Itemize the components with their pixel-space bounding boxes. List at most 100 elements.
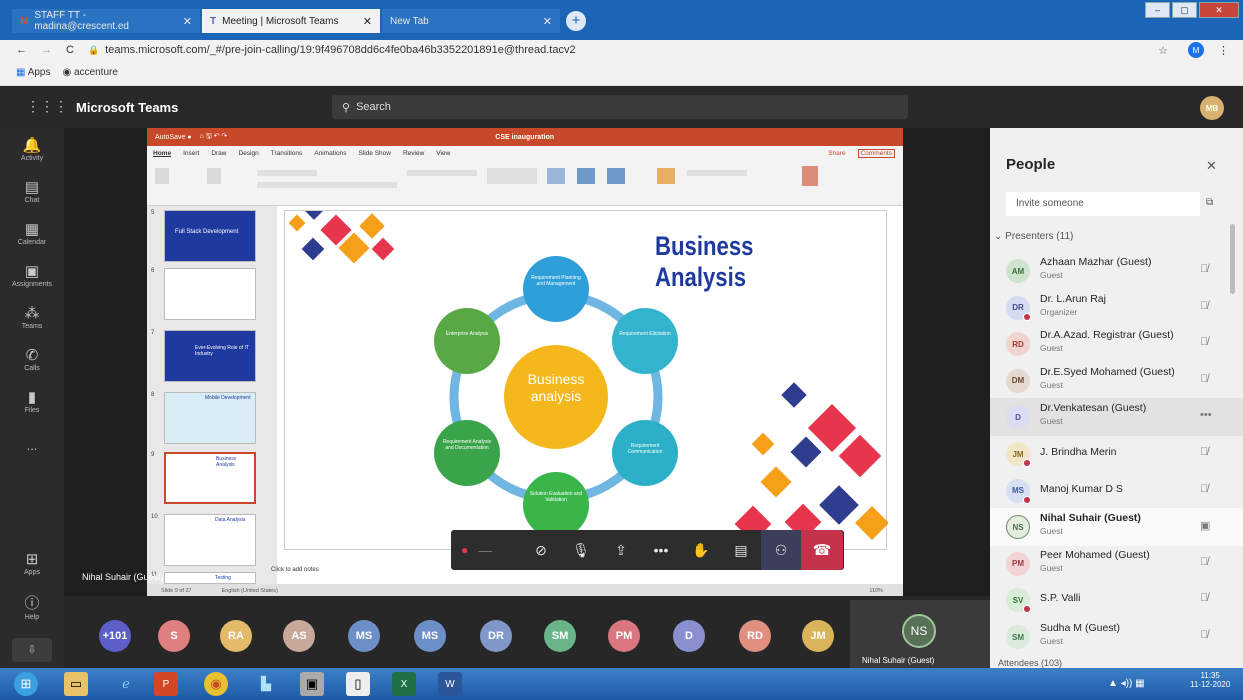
mic-muted-icon[interactable]: 🎙̸ — [1200, 592, 1208, 604]
profile-icon[interactable]: M — [1188, 42, 1204, 58]
forward-icon[interactable]: → — [41, 44, 52, 56]
ppt-tab-home[interactable]: Home — [153, 150, 171, 157]
rail-chat[interactable]: ▤ Chat — [0, 178, 64, 204]
ppt-tab-transitions[interactable]: Transitions — [271, 150, 303, 157]
rail-teams[interactable]: ⁂ Teams — [0, 304, 64, 330]
ppt-comments-button[interactable]: Comments — [857, 148, 895, 158]
mic-muted-icon[interactable]: 🎙̸ — [1200, 483, 1208, 495]
browser-menu-icon[interactable]: ⋮ — [1218, 44, 1229, 57]
participant-row[interactable]: SV S.P. Valli 🎙̸ — [990, 581, 1243, 619]
participant-row[interactable]: PM Peer Mohamed (Guest) Guest 🎙̸ — [990, 545, 1243, 583]
more-actions-button[interactable]: ••• — [641, 530, 681, 570]
rail-apps[interactable]: ⊞ Apps — [0, 550, 64, 576]
excel-taskbar-icon[interactable]: X — [392, 672, 416, 696]
bookmark-apps[interactable]: ▦ Apps — [16, 67, 50, 78]
invite-input[interactable]: Invite someone — [1006, 192, 1200, 216]
search-input[interactable]: ⚲ Search — [332, 95, 908, 119]
participant-avatar[interactable]: RA — [220, 620, 252, 652]
download-app-icon[interactable]: ⇩ — [12, 638, 52, 662]
rail-calls[interactable]: ✆ Calls — [0, 346, 64, 372]
share-button[interactable]: ⇪ — [601, 530, 641, 570]
rail-activity[interactable]: 🔔 Activity — [0, 136, 64, 162]
ppt-tab-slideshow[interactable]: Slide Show — [358, 150, 391, 157]
more-options-icon[interactable]: ••• — [1200, 409, 1212, 421]
participant-avatar[interactable]: D — [673, 620, 705, 652]
tray-icons[interactable]: ▲ ◂)) ▦ — [1108, 678, 1145, 689]
clock[interactable]: 11:35 11-12-2020 — [1190, 671, 1230, 689]
tab-new-tab[interactable]: New Tab ✕ — [382, 9, 560, 33]
slide-thumbnail-selected[interactable]: Business Analysis — [164, 452, 256, 504]
ppt-tab-review[interactable]: Review — [403, 150, 424, 157]
mic-button[interactable]: 🎙 — [561, 530, 601, 570]
ppt-tab-animations[interactable]: Animations — [314, 150, 346, 157]
ppt-tab-design[interactable]: Design — [239, 150, 259, 157]
participant-row[interactable]: SM Sudha M (Guest) Guest 🎙̸ — [990, 618, 1243, 656]
mic-muted-icon[interactable]: 🎙̸ — [1200, 446, 1208, 458]
participant-row[interactable]: AM Azhaan Mazhar (Guest) Guest 🎙̸ — [990, 252, 1243, 290]
participant-avatar[interactable]: AS — [283, 620, 315, 652]
app-icon[interactable]: ▣ — [300, 672, 324, 696]
participant-row[interactable]: DR Dr. L.Arun Raj Organizer 🎙̸ — [990, 289, 1243, 327]
mic-muted-icon[interactable]: 🎙̸ — [1200, 336, 1208, 348]
participant-avatar[interactable]: DR — [480, 620, 512, 652]
back-icon[interactable]: ← — [16, 44, 27, 56]
raise-hand-button[interactable]: ✋ — [681, 530, 721, 570]
autosave-toggle[interactable]: AutoSave ● — [155, 134, 192, 141]
share-invite-icon[interactable]: ⧉ — [1206, 197, 1213, 208]
slide-thumbnail[interactable] — [164, 268, 256, 320]
hang-up-button[interactable]: ☎ — [801, 530, 843, 570]
participant-row[interactable]: RD Dr.A.Azad. Registrar (Guest) Guest 🎙̸ — [990, 325, 1243, 363]
participant-row[interactable]: DM Dr.E.Syed Mohamed (Guest) Guest 🎙̸ — [990, 362, 1243, 400]
participant-avatar[interactable]: SM — [544, 620, 576, 652]
rail-files[interactable]: ▮ Files — [0, 388, 64, 414]
mic-muted-icon[interactable]: 🎙̸ — [1200, 556, 1208, 568]
participant-avatar[interactable]: MS — [348, 620, 380, 652]
presenters-section-header[interactable]: ⌄ Presenters (11) — [994, 231, 1073, 242]
panel-scrollbar[interactable] — [1230, 224, 1235, 294]
notepad-icon[interactable]: ▯ — [346, 672, 370, 696]
slide-thumbnail[interactable]: Testing — [164, 572, 256, 584]
participant-row[interactable]: MS Manoj Kumar D S 🎙̸ — [990, 472, 1243, 510]
rail-calendar[interactable]: ▦ Calendar — [0, 220, 64, 246]
user-avatar[interactable]: MB — [1200, 96, 1224, 120]
participant-row[interactable]: JM J. Brindha Merin 🎙̸ — [990, 435, 1243, 473]
participant-avatar[interactable]: MS — [414, 620, 446, 652]
close-panel-icon[interactable]: ✕ — [1206, 158, 1217, 174]
maximize-icon[interactable]: ▢ — [1172, 2, 1197, 18]
attendees-section-header[interactable]: Attendees (103) — [998, 658, 1062, 668]
close-icon[interactable]: ✕ — [543, 15, 552, 28]
participant-row[interactable]: D Dr.Venkatesan (Guest) Guest ••• — [990, 398, 1243, 437]
rail-help[interactable]: ⓘ Help — [0, 592, 64, 621]
chat-button[interactable]: ▤ — [721, 530, 761, 570]
close-window-icon[interactable]: ✕ — [1199, 2, 1239, 18]
bookmark-accenture[interactable]: ◉ accenture — [62, 67, 117, 78]
zoom-level[interactable]: 110% — [869, 588, 883, 594]
rail-more[interactable]: ... — [0, 438, 64, 453]
participant-avatar[interactable]: RD — [739, 620, 771, 652]
word-taskbar-icon[interactable]: W — [438, 672, 462, 696]
file-explorer-icon[interactable]: ▭ — [64, 672, 88, 696]
url-field[interactable]: teams.microsoft.com/_#/pre-join-calling/… — [105, 44, 575, 56]
participant-avatar[interactable]: JM — [802, 620, 834, 652]
start-button[interactable]: ⊞ — [14, 672, 38, 696]
tab-teams-meeting[interactable]: T Meeting | Microsoft Teams ✕ — [202, 9, 380, 33]
mic-muted-icon[interactable]: 🎙̸ — [1200, 300, 1208, 312]
app-launcher-icon[interactable]: ⋮⋮⋮ — [26, 98, 68, 115]
internet-explorer-icon[interactable]: ℯ — [114, 672, 138, 696]
mic-muted-icon[interactable]: 🎙̸ — [1200, 373, 1208, 385]
reload-icon[interactable]: C — [66, 44, 74, 56]
new-tab-button[interactable]: + — [566, 11, 586, 31]
mic-muted-icon[interactable]: 🎙̸ — [1200, 629, 1208, 641]
close-icon[interactable]: ✕ — [363, 15, 372, 28]
tab-staff-tt[interactable]: M STAFF TT - madina@crescent.ed ✕ — [12, 9, 200, 33]
app-icon[interactable]: ▙ — [254, 672, 278, 696]
ppt-tab-view[interactable]: View — [436, 150, 450, 157]
participant-avatar[interactable]: +101 — [99, 620, 131, 652]
mic-muted-icon[interactable]: 🎙̸ — [1200, 263, 1208, 275]
star-icon[interactable]: ☆ — [1158, 44, 1168, 57]
slide-thumbnail[interactable]: Mobile Development — [164, 392, 256, 444]
ppt-tab-draw[interactable]: Draw — [211, 150, 226, 157]
participant-avatar[interactable]: PM — [608, 620, 640, 652]
ppt-tab-insert[interactable]: Insert — [183, 150, 199, 157]
slide-thumbnail[interactable]: Data Analysis — [164, 514, 256, 566]
